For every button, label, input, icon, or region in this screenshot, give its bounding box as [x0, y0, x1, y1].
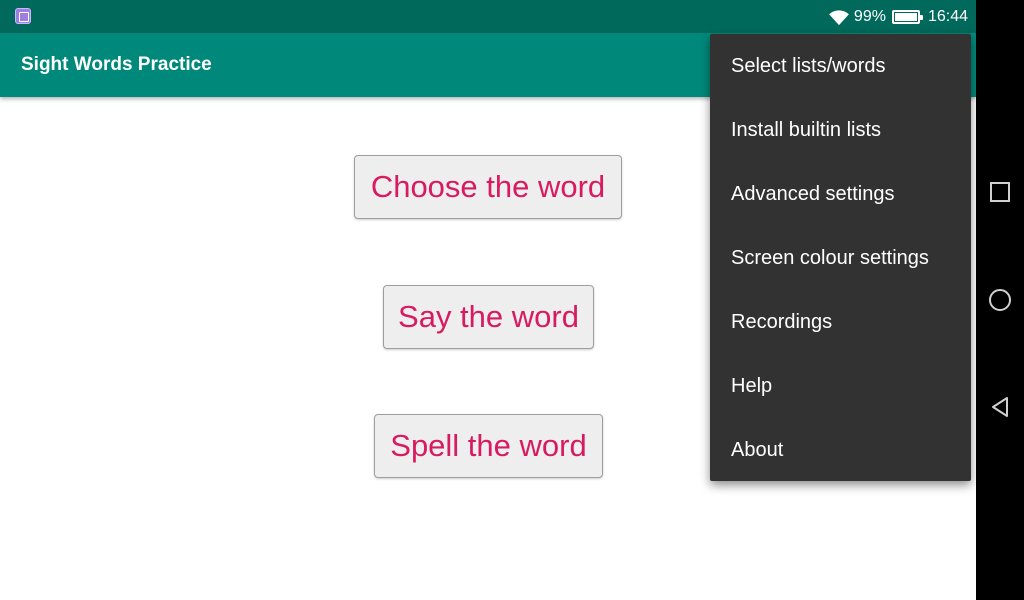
- menu-item-screen-colour-settings[interactable]: Screen colour settings: [710, 226, 971, 290]
- overflow-menu: Select lists/words Install builtin lists…: [710, 34, 971, 481]
- clock: 16:44: [927, 7, 968, 25]
- status-bar: 99% 16:44: [0, 0, 976, 33]
- menu-item-install-builtin-lists[interactable]: Install builtin lists: [710, 98, 971, 162]
- menu-item-recordings[interactable]: Recordings: [710, 290, 971, 354]
- menu-item-help[interactable]: Help: [710, 354, 971, 418]
- recents-icon[interactable]: [988, 180, 1012, 204]
- menu-item-select-lists-words[interactable]: Select lists/words: [710, 34, 971, 98]
- battery-icon: [891, 9, 923, 24]
- status-indicators: 99% 16:44: [828, 0, 968, 33]
- say-the-word-button[interactable]: Say the word: [383, 285, 594, 349]
- back-icon[interactable]: [988, 395, 1012, 419]
- choose-the-word-button[interactable]: Choose the word: [354, 155, 622, 219]
- wifi-icon: [829, 9, 849, 25]
- menu-item-about[interactable]: About: [710, 418, 971, 482]
- spell-the-word-button[interactable]: Spell the word: [374, 414, 603, 478]
- navigation-bar: [976, 0, 1024, 600]
- menu-item-advanced-settings[interactable]: Advanced settings: [710, 162, 971, 226]
- image-icon: [15, 8, 31, 24]
- home-icon[interactable]: [988, 288, 1012, 312]
- app-title: Sight Words Practice: [21, 54, 212, 75]
- battery-percent: 99%: [853, 7, 886, 25]
- app-screen: 99% 16:44 Sight Words Practice Choose th…: [0, 0, 976, 600]
- battery-level: [894, 12, 917, 21]
